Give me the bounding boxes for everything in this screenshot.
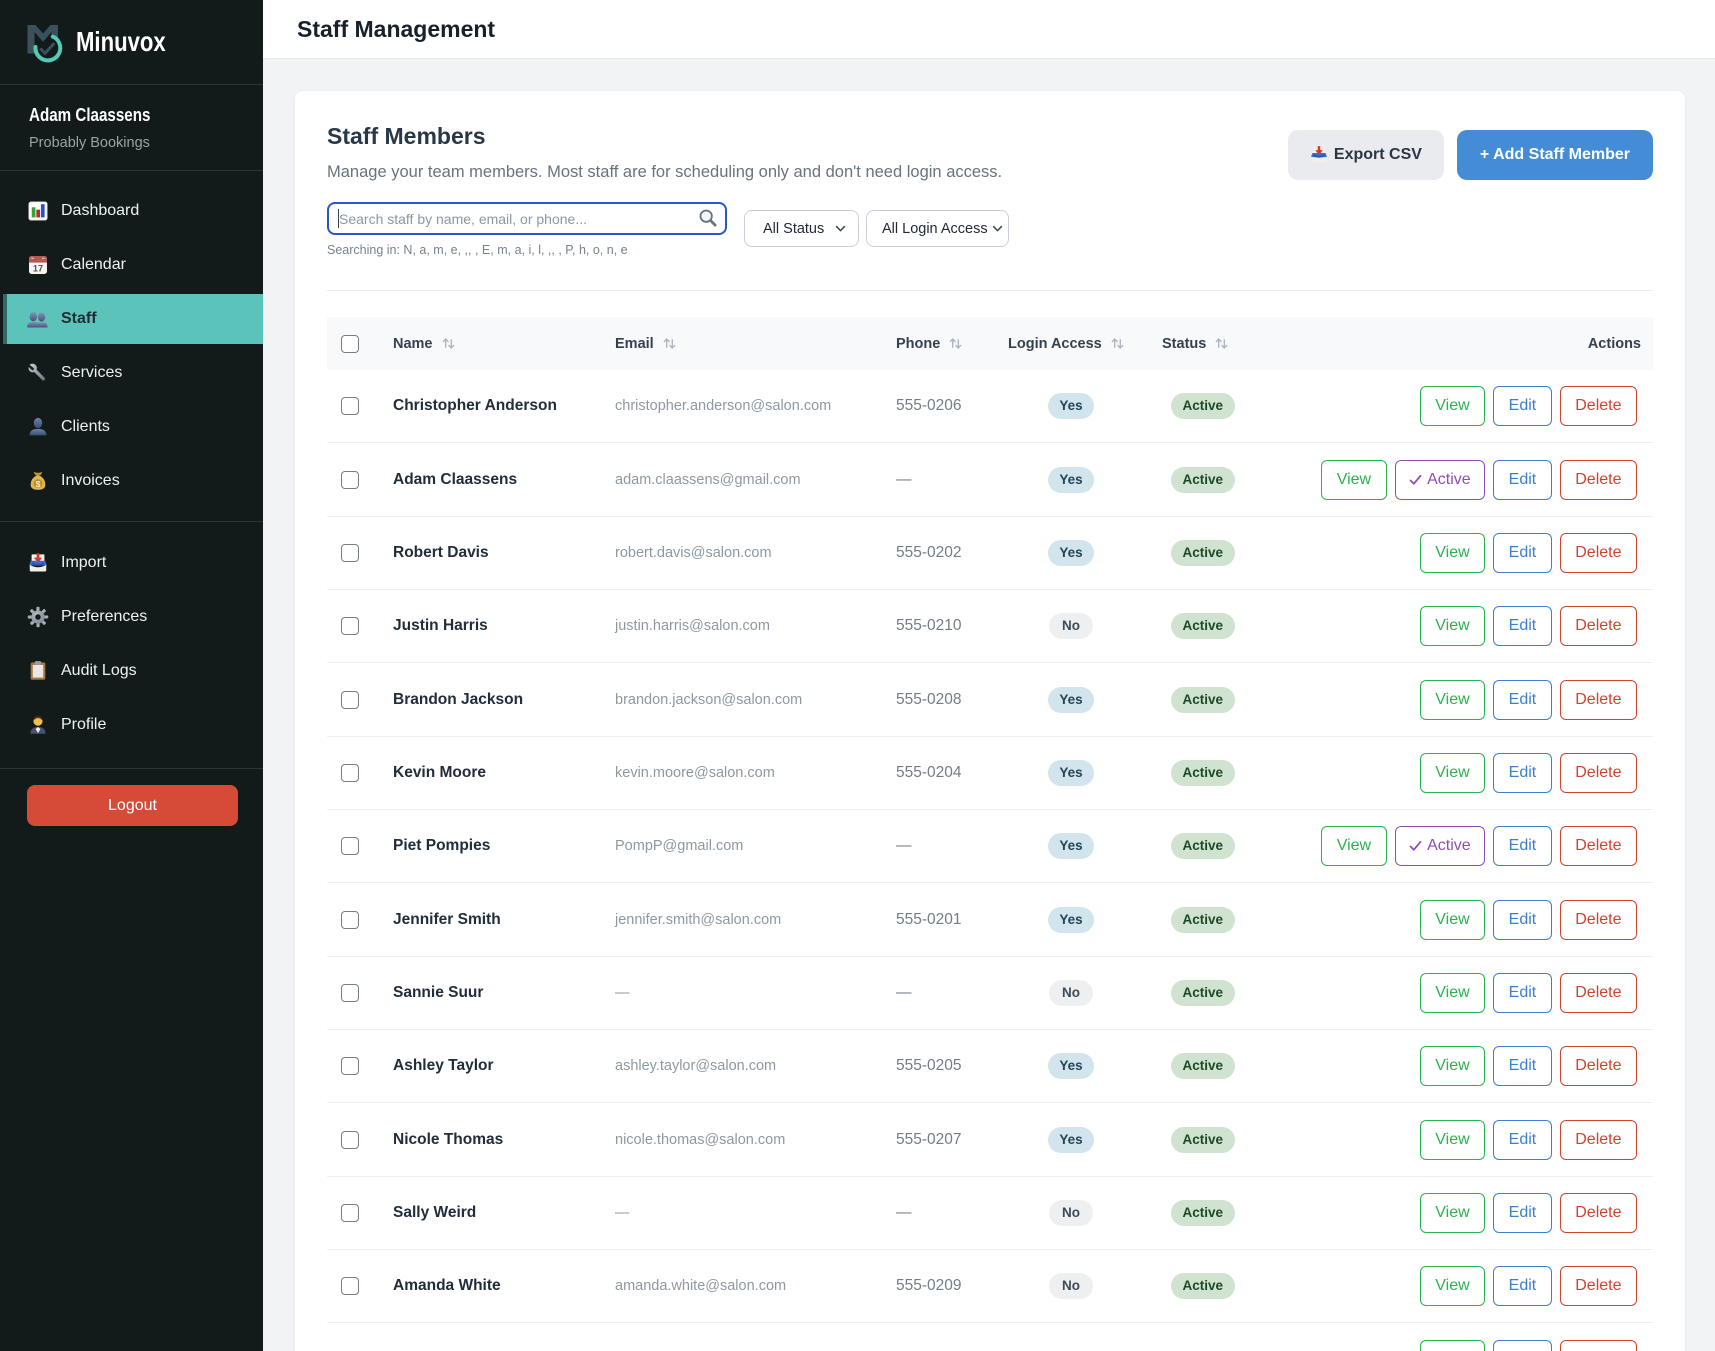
svg-text:17: 17 xyxy=(32,264,42,274)
svg-text:$: $ xyxy=(35,479,40,489)
